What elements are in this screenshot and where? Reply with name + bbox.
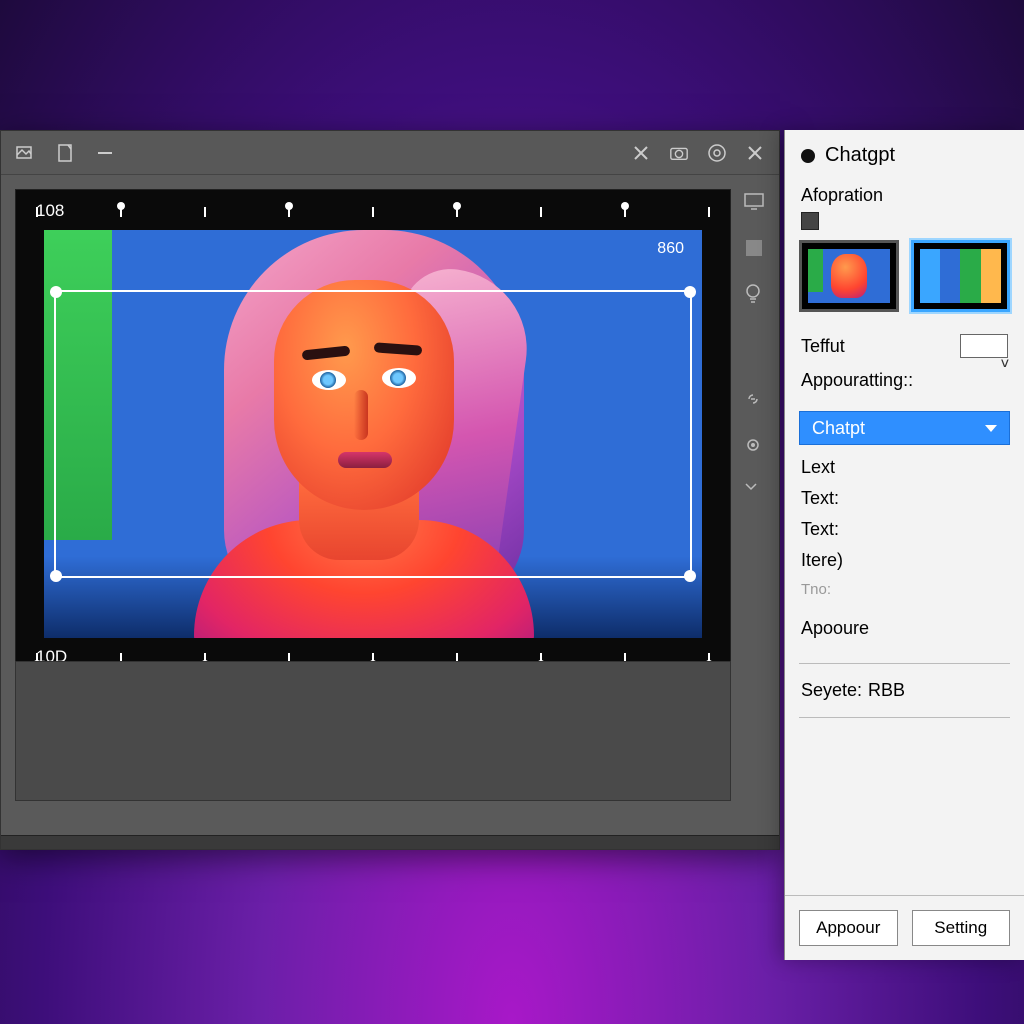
crop-handle-tr[interactable] [684,286,696,298]
canvas[interactable]: 860 [44,230,702,638]
list-text2[interactable]: Text: [801,519,1008,540]
document-icon[interactable] [55,143,75,163]
close-icon-2[interactable] [745,143,765,163]
panel-dot-icon [801,149,815,163]
chevron-down-icon[interactable] [743,481,765,503]
list-text1[interactable]: Text: [801,488,1008,509]
crop-handle-tl[interactable] [50,286,62,298]
appourating-select[interactable]: Chatpt [799,411,1010,445]
panel-title: Chatgpt [825,144,895,167]
gear-icon[interactable] [743,435,765,457]
target-icon[interactable] [707,143,727,163]
bulb-icon[interactable] [743,283,765,305]
layer-icon[interactable] [15,143,35,163]
property-list: Lext Text: Text: Itere) Tno: [785,453,1024,602]
thumbnail-row [785,240,1024,326]
timeline-area[interactable] [15,661,731,801]
teffut-combo[interactable]: ⅴ [960,334,1008,358]
crop-handle-br[interactable] [684,570,696,582]
select-value: Chatpt [812,418,865,439]
right-toolbar [737,191,771,503]
thumbnail-2[interactable] [911,240,1011,312]
seyete-value: RBB [868,680,905,701]
section-heading: Afopration [801,185,1008,206]
thumbnail-1[interactable] [799,240,899,312]
camera-icon[interactable] [669,143,689,163]
apooure-label: Apooure [801,618,1008,639]
list-tno: Tno: [801,581,1008,598]
appourating-label: Appouratting:: [801,370,1008,391]
list-itere[interactable]: Itere) [801,550,1008,571]
editor-titlebar [1,131,779,175]
panel-title-row: Chatgpt [785,130,1024,181]
crop-handle-bl[interactable] [50,570,62,582]
panel-footer: Appoour Setting [785,895,1024,960]
list-lext[interactable]: Lext [801,457,1008,478]
setting-button[interactable]: Setting [912,910,1011,946]
side-panel: Chatgpt Afopration Teffut ⅴ Appouratting… [784,130,1024,960]
layers-icon[interactable] [743,237,765,259]
dimension-label: 860 [657,240,684,258]
ruler-top: 108 [16,196,730,226]
status-strip [1,835,779,849]
appoour-button[interactable]: Appoour [799,910,898,946]
color-swatch[interactable] [801,212,819,230]
canvas-area[interactable]: 108 860 [15,189,731,679]
screen-icon[interactable] [743,191,765,213]
teffut-label: Teffut [801,336,845,357]
crop-frame[interactable] [54,290,692,578]
seyete-label: Seyete: [801,680,862,701]
editor-window: 108 860 [0,130,780,850]
close-icon[interactable] [631,143,651,163]
minimize-icon[interactable] [95,143,115,163]
chevron-down-icon [985,425,997,432]
link-icon[interactable] [743,389,765,411]
